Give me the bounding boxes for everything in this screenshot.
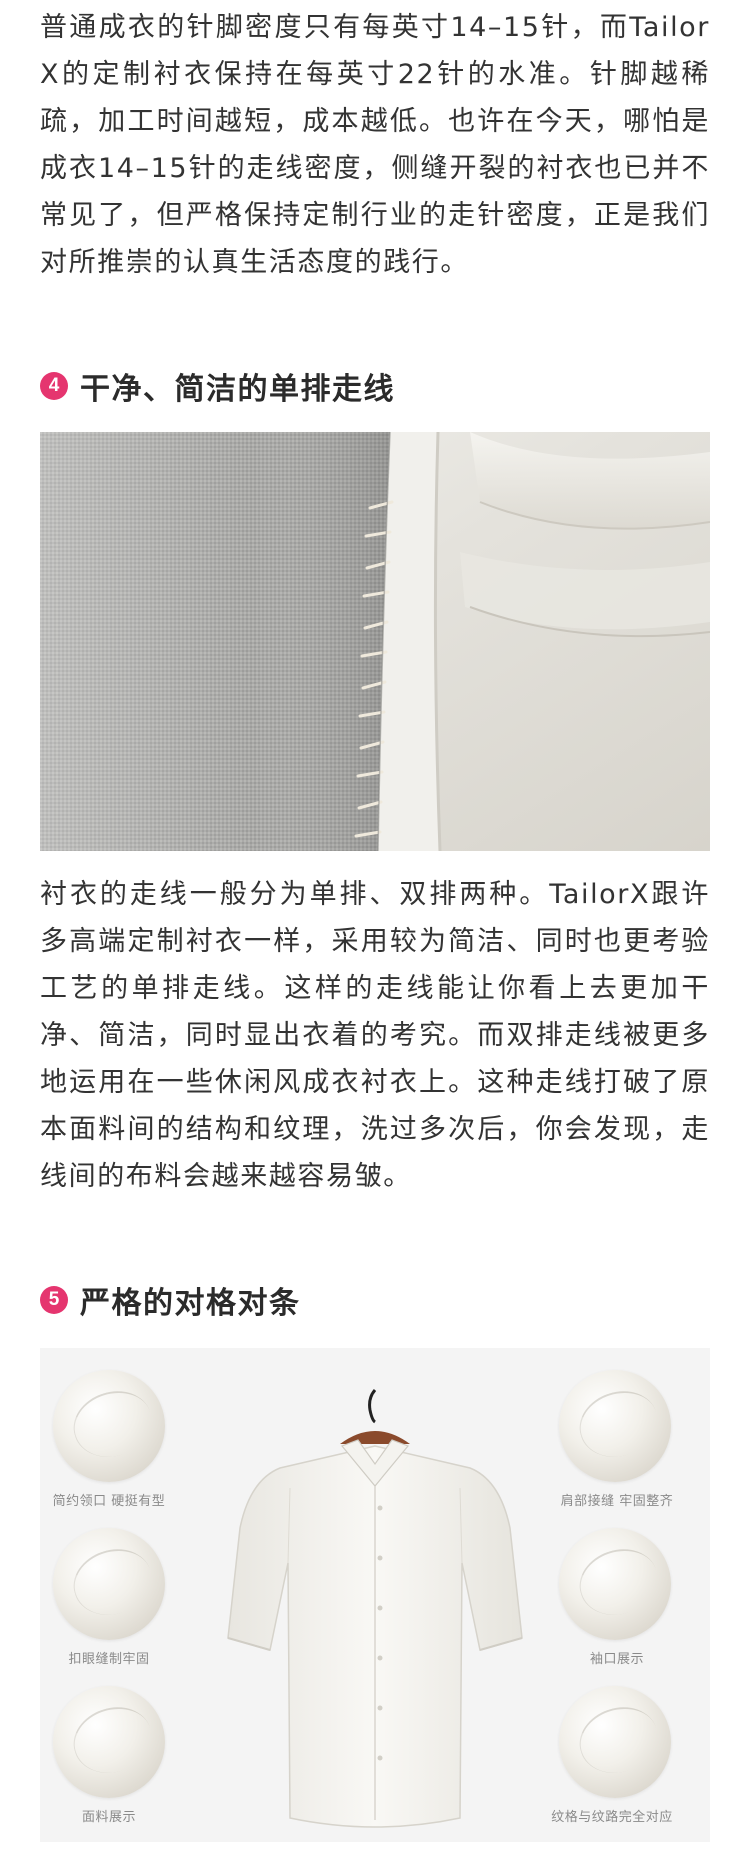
shoulder-closeup-image bbox=[559, 1370, 671, 1482]
shirt-on-hanger-image bbox=[220, 1388, 530, 1838]
section-title: 严格的对格对条 bbox=[80, 1286, 301, 1321]
detail-collar: 简约领口 硬挺有型 bbox=[50, 1370, 168, 1509]
section-heading-4: 4 干净、简洁的单排走线 bbox=[40, 366, 395, 407]
buttonhole-closeup-image bbox=[53, 1528, 165, 1640]
detail-label: 袖口展示 bbox=[589, 1652, 644, 1667]
section-number-badge: 5 bbox=[40, 1286, 68, 1314]
shirt-detail-photo: 简约领口 硬挺有型 扣眼缝制牢固 面料展示 肩部接缝 牢固整齐 袖口展示 纹格与… bbox=[40, 1348, 710, 1842]
detail-cuff: 袖口展示 bbox=[542, 1528, 692, 1667]
detail-pattern: 纹格与纹路完全对应 bbox=[542, 1686, 692, 1825]
paragraph-stitch-density: 普通成衣的针脚密度只有每英寸14–15针，而TailorX的定制衬衣保持在每英寸… bbox=[40, 12, 710, 278]
section-heading-5: 5 严格的对格对条 bbox=[40, 1280, 301, 1321]
detail-label: 简约领口 硬挺有型 bbox=[52, 1494, 166, 1509]
cuff-closeup-image bbox=[559, 1528, 671, 1640]
collar-closeup-image bbox=[53, 1370, 165, 1482]
detail-label: 纹格与纹路完全对应 bbox=[551, 1810, 673, 1825]
detail-label: 面料展示 bbox=[81, 1810, 136, 1825]
fabric-closeup-image bbox=[53, 1686, 165, 1798]
detail-buttonhole: 扣眼缝制牢固 bbox=[50, 1528, 168, 1667]
paragraph-single-stitch: 衬衣的走线一般分为单排、双排两种。TailorX跟许多高端定制衬衣一样，采用较为… bbox=[40, 879, 710, 1192]
detail-label: 肩部接缝 牢固整齐 bbox=[560, 1494, 674, 1509]
seam-closeup-photo bbox=[40, 432, 710, 851]
pattern-closeup-image bbox=[559, 1686, 671, 1798]
detail-shoulder: 肩部接缝 牢固整齐 bbox=[542, 1370, 692, 1509]
section-title: 干净、简洁的单排走线 bbox=[80, 372, 395, 407]
section-number-badge: 4 bbox=[40, 372, 68, 400]
detail-fabric: 面料展示 bbox=[50, 1686, 168, 1825]
detail-label: 扣眼缝制牢固 bbox=[68, 1652, 150, 1667]
